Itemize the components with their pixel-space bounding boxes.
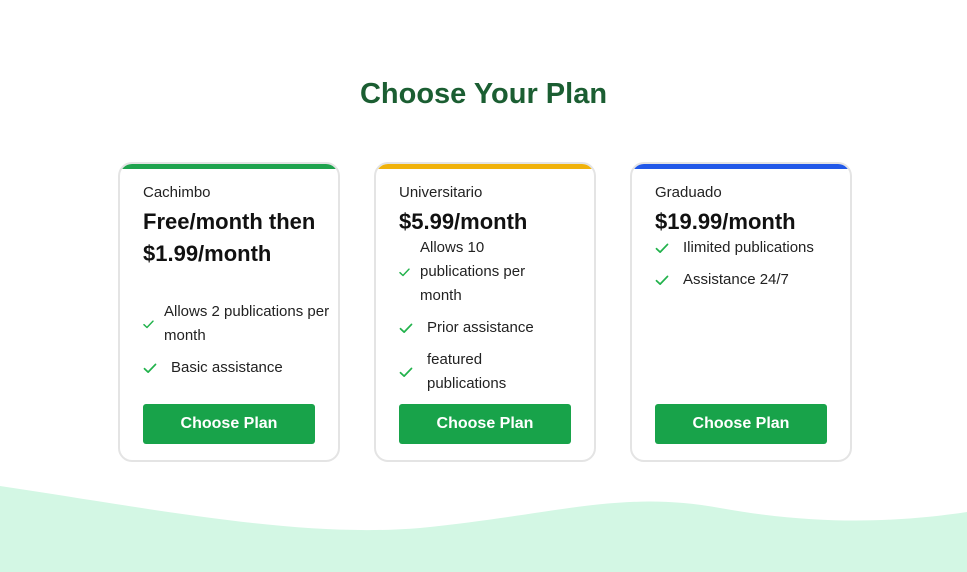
feature-text: Ilimited publications [683,239,814,256]
plan-card-cachimbo: Cachimbo Free/month then $1.99/month All… [118,162,340,462]
plan-accent-bar [120,164,338,169]
feature-text: Allows 10 publications per month [420,239,526,304]
check-icon [143,317,164,331]
feature-text: featured publications [427,351,507,392]
check-icon [655,273,683,287]
feature-item: featured publications [399,348,589,396]
check-icon [399,321,427,335]
feature-item: Allows 2 publications per month [143,300,333,348]
feature-text: Assistance 24/7 [683,271,789,288]
check-icon [143,361,171,375]
pricing-page: Choose Your Plan Cachimbo Free/month the… [0,0,967,572]
plan-price: $5.99/month [399,209,528,234]
check-icon [655,241,683,255]
plan-price: $19.99/month [655,209,796,234]
choose-plan-button[interactable]: Choose Plan [143,404,315,444]
plan-accent-bar [632,164,850,169]
plan-card-universitario: Universitario $5.99/month Allows 10 publ… [374,162,596,462]
feature-list: Ilimited publications Assistance 24/7 [655,236,845,300]
feature-text: Prior assistance [427,319,534,336]
check-icon [399,365,427,379]
feature-item: Basic assistance [143,356,333,380]
check-icon [399,265,420,279]
feature-item: Prior assistance [399,316,589,340]
page-title: Choose Your Plan [359,78,608,110]
plan-card-graduado: Graduado $19.99/month Ilimited publicati… [630,162,852,462]
choose-plan-button[interactable]: Choose Plan [399,404,571,444]
plan-name: Graduado [655,184,722,201]
feature-item: Ilimited publications [655,236,845,260]
plan-price: Free/month then $1.99/month [143,209,316,266]
feature-list: Allows 10 publications per month Prior a… [399,236,589,404]
choose-plan-button[interactable]: Choose Plan [655,404,827,444]
background-wave [0,486,967,572]
feature-text: Basic assistance [171,359,283,376]
plan-accent-bar [376,164,594,169]
feature-item: Assistance 24/7 [655,268,845,292]
feature-text: Allows 2 publications per month [164,303,330,344]
feature-list: Allows 2 publications per month Basic as… [143,300,333,388]
feature-item: Allows 10 publications per month [399,236,589,308]
plan-name: Cachimbo [143,184,211,201]
plan-name: Universitario [399,184,483,201]
